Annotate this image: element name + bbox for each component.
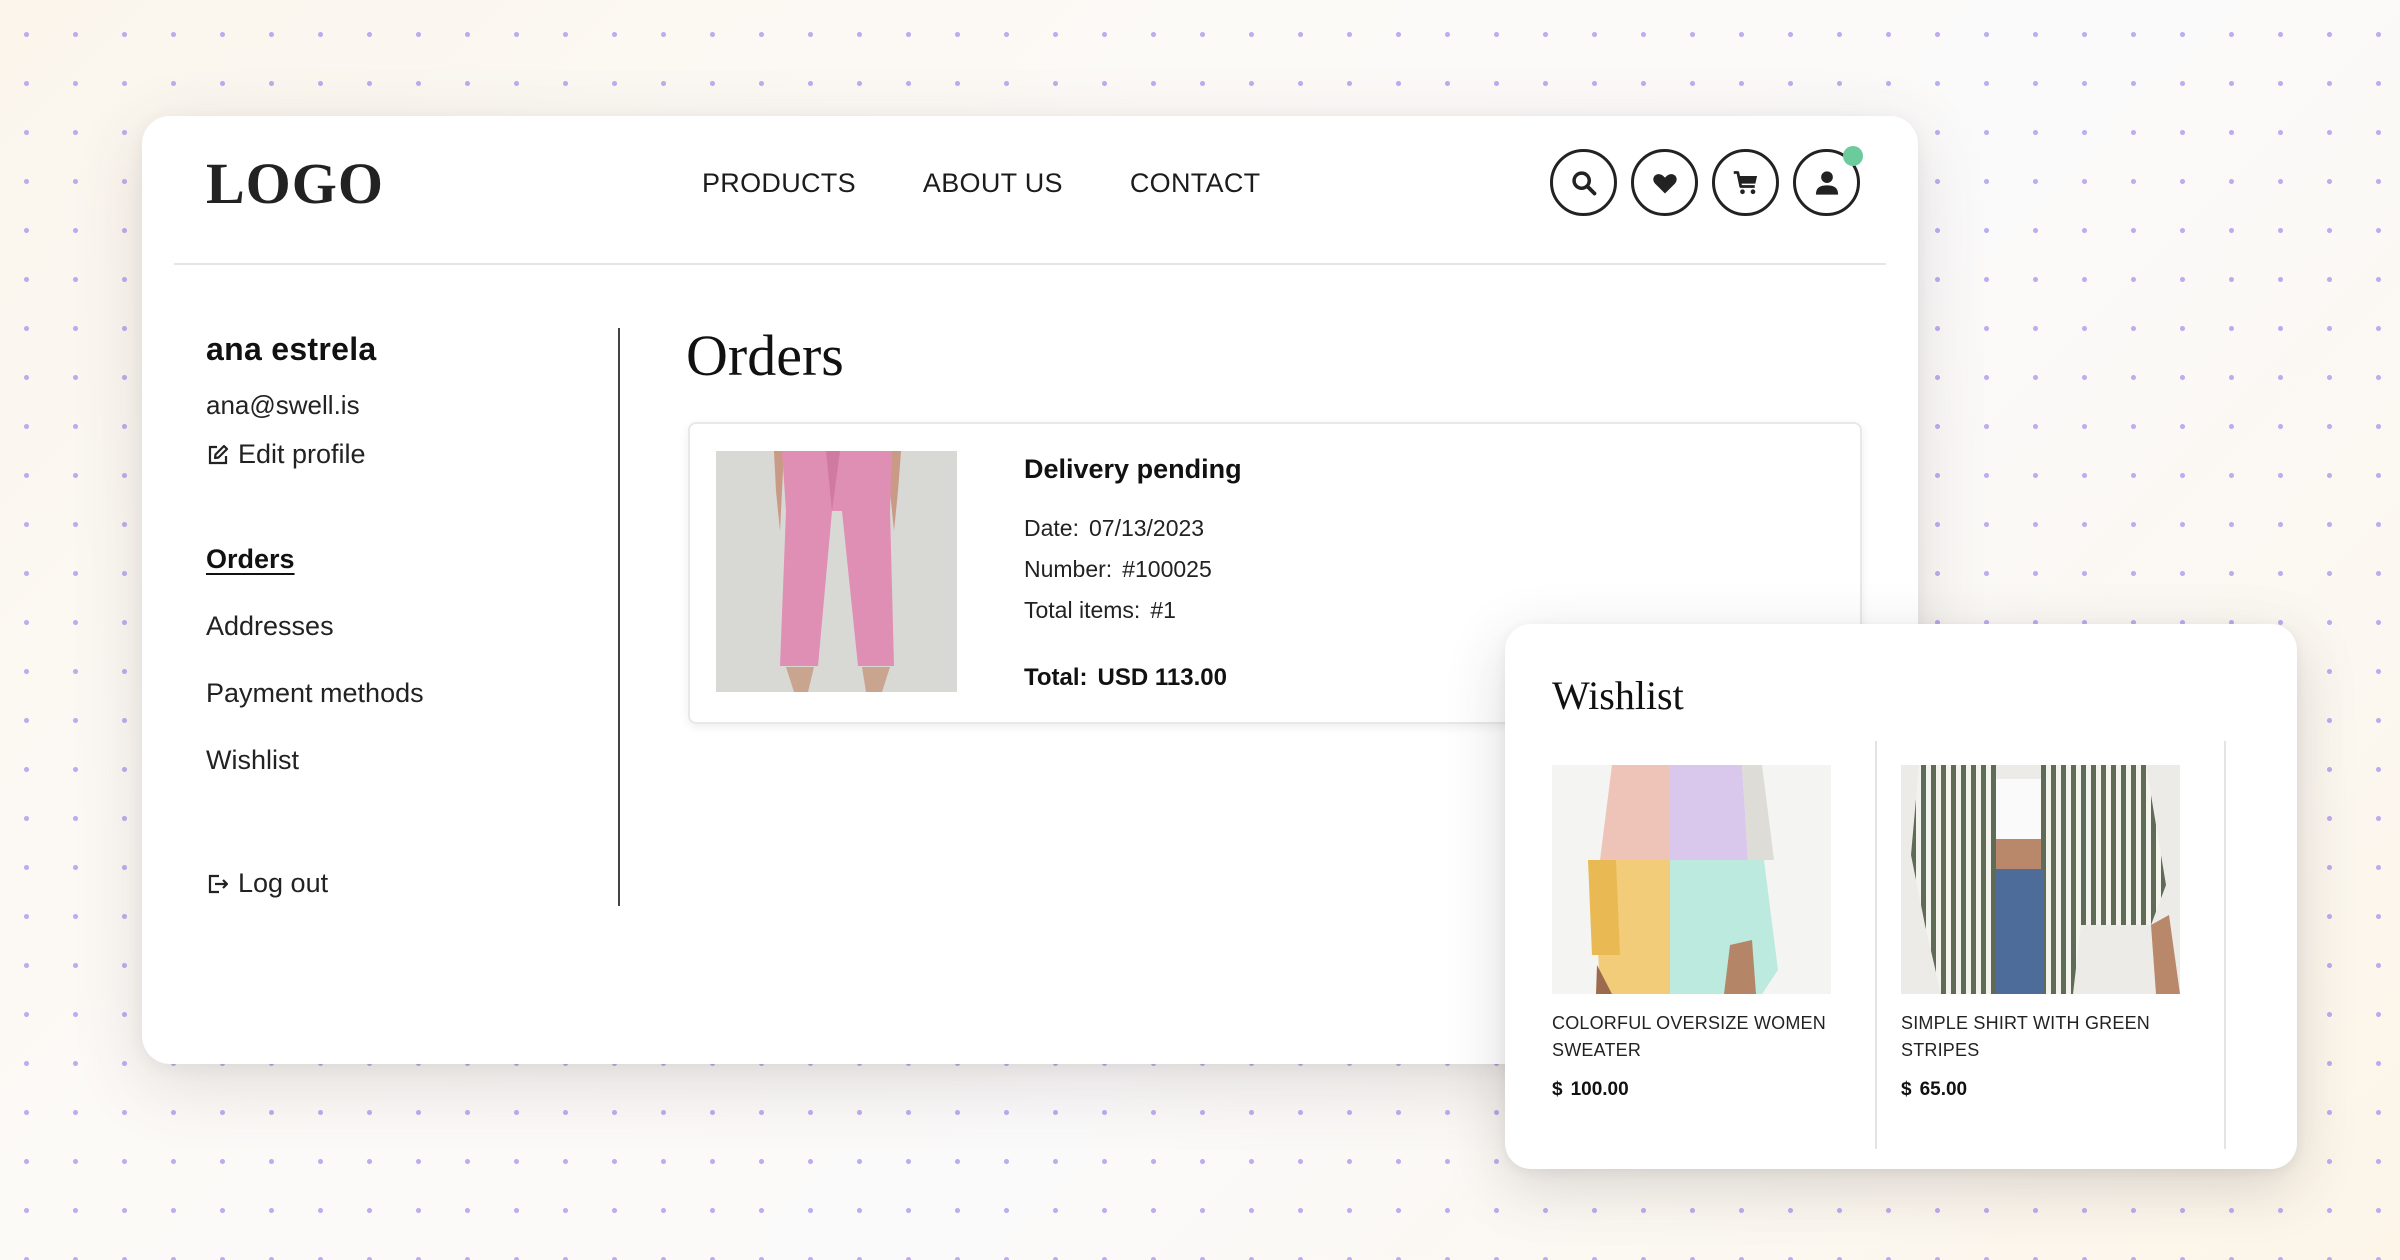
- order-total: Total: USD 113.00: [1024, 664, 1242, 692]
- sidebar-item-payment-methods[interactable]: Payment methods: [206, 678, 586, 708]
- heart-icon: [1652, 173, 1677, 193]
- cart-icon: [1733, 170, 1757, 194]
- account-sidebar: ana estrela ana@swell.is Edit profile Or…: [206, 331, 586, 775]
- price-value: 100.00: [1570, 1079, 1629, 1100]
- wishlist-grid: COLORFUL OVERSIZE WOMEN SWEATER $100.00: [1528, 741, 2226, 1149]
- wishlist-item[interactable]: COLORFUL OVERSIZE WOMEN SWEATER $100.00: [1528, 741, 1877, 1149]
- sidebar-divider: [618, 328, 620, 906]
- edit-profile-link[interactable]: Edit profile: [206, 439, 586, 470]
- main-nav: PRODUCTS ABOUT US CONTACT: [702, 168, 1260, 199]
- header-divider: [174, 263, 1886, 265]
- wishlist-item-name: SIMPLE SHIRT WITH GREEN STRIPES: [1901, 1013, 2150, 1060]
- user-email: ana@swell.is: [206, 390, 360, 420]
- wishlist-item-price: $100.00: [1552, 1079, 1875, 1101]
- edit-icon: [208, 444, 229, 464]
- cart-button[interactable]: [1712, 149, 1779, 216]
- sidebar-menu: Orders Addresses Payment methods Wishlis…: [206, 544, 586, 775]
- wishlist-panel: Wishlist COLORFUL OVERSIZE WOMEN SWEATER…: [1505, 624, 2297, 1169]
- wishlist-item-image: [1901, 765, 2180, 994]
- order-date: Date: 07/13/2023: [1024, 515, 1242, 542]
- wishlist-item[interactable]: SIMPLE SHIRT WITH GREEN STRIPES $65.00: [1877, 741, 2226, 1149]
- order-number-value: #100025: [1122, 556, 1212, 582]
- order-date-label: Date:: [1024, 515, 1079, 541]
- user-name: ana estrela: [206, 331, 377, 367]
- order-status: Delivery pending: [1024, 454, 1242, 484]
- search-button[interactable]: [1550, 149, 1617, 216]
- header-actions: [1550, 146, 1863, 216]
- order-items-value: #1: [1150, 597, 1176, 623]
- wishlist-title: Wishlist: [1552, 673, 1684, 718]
- order-total-label: Total:: [1024, 664, 1088, 691]
- price-currency: $: [1901, 1079, 1912, 1100]
- price-value: 65.00: [1919, 1079, 1968, 1100]
- logout-link[interactable]: Log out: [206, 868, 328, 899]
- page-title: Orders: [686, 323, 844, 388]
- order-details: Delivery pending Date: 07/13/2023 Number:…: [1024, 454, 1242, 692]
- search-icon: [1571, 170, 1596, 195]
- order-date-value: 07/13/2023: [1088, 515, 1205, 541]
- nav-contact[interactable]: CONTACT: [1130, 168, 1261, 199]
- price-currency: $: [1552, 1079, 1563, 1100]
- order-number: Number: #100025: [1024, 556, 1242, 583]
- user-icon: [1815, 170, 1838, 195]
- nav-about-us[interactable]: ABOUT US: [923, 168, 1063, 199]
- order-items-label: Total items:: [1024, 597, 1141, 623]
- sidebar-item-orders[interactable]: Orders: [206, 544, 586, 574]
- logout-icon: [208, 874, 229, 893]
- wishlist-item-name: COLORFUL OVERSIZE WOMEN SWEATER: [1552, 1013, 1826, 1060]
- logo[interactable]: LOGO: [206, 150, 384, 217]
- logout-label: Log out: [238, 868, 329, 898]
- wishlist-item-price: $65.00: [1901, 1079, 2224, 1101]
- nav-products[interactable]: PRODUCTS: [702, 168, 856, 199]
- notification-dot: [1843, 146, 1863, 166]
- order-items: Total items: #1: [1024, 597, 1242, 624]
- edit-profile-label: Edit profile: [238, 439, 366, 469]
- order-number-label: Number:: [1024, 556, 1113, 582]
- order-total-value: USD 113.00: [1097, 664, 1227, 691]
- wishlist-button[interactable]: [1631, 149, 1698, 216]
- wishlist-item-image: [1552, 765, 1831, 994]
- order-product-image: [716, 451, 957, 692]
- account-button[interactable]: [1793, 146, 1863, 216]
- sidebar-item-addresses[interactable]: Addresses: [206, 611, 586, 641]
- sidebar-item-wishlist[interactable]: Wishlist: [206, 745, 586, 775]
